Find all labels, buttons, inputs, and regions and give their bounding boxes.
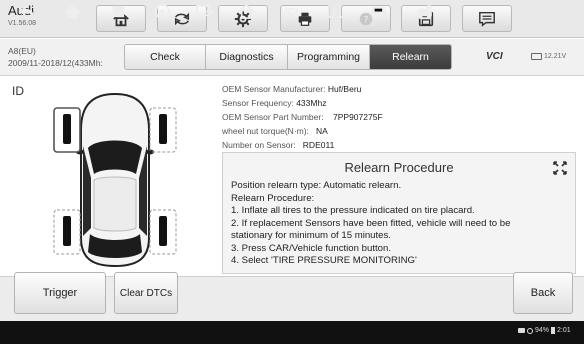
procedure-line: 3. Press CAR/Vehicle function button.	[231, 242, 391, 254]
tab-programming[interactable]: Programming	[288, 44, 370, 70]
relearn-procedure-text: Position relearn type: Automatic relearn…	[231, 180, 565, 268]
message-icon	[479, 11, 495, 27]
message-button[interactable]	[462, 5, 512, 32]
vehicle-info: A8(EU) 2009/11-2018/12(433Mh:	[8, 45, 103, 69]
wheel-nut-torque-label: wheel nut torque(N·m):	[222, 126, 309, 136]
nav-screen-cast-button[interactable]	[190, 3, 218, 20]
system-navigation-bar	[0, 321, 584, 344]
function-tabs: Check Diagnostics Programming Relearn	[124, 44, 452, 70]
clock: 2:01	[557, 327, 571, 334]
procedure-line: 4. Select 'TIRE PRESSURE MONITORING'	[231, 255, 417, 266]
recents-icon	[112, 5, 124, 18]
sensor-manufacturer-value: Huf/Beru	[327, 84, 362, 94]
sensor-manufacturer: OEM Sensor Manufacturer: Huf/Beru	[222, 82, 383, 96]
sensor-info: OEM Sensor Manufacturer: Huf/Beru Sensor…	[222, 82, 383, 152]
procedure-line: Position relearn type: Automatic relearn…	[231, 180, 402, 191]
nav-vci-button[interactable]: VCI	[272, 3, 306, 20]
procedure-line: 1. Inflate all tires to the pressure ind…	[231, 205, 475, 216]
nav-back-button[interactable]	[12, 3, 40, 20]
procedure-line: 2. If replacement Sensors have been fitt…	[231, 217, 511, 229]
tab-diagnostics[interactable]: Diagnostics	[206, 44, 288, 70]
expand-icon[interactable]	[553, 161, 567, 175]
sensor-frequency-value: 433Mhz	[296, 98, 327, 108]
sensor-number: Number on Sensor: RDE011	[222, 138, 383, 152]
car-icon	[370, 6, 386, 19]
clear-dtcs-button[interactable]: Clear DTCs	[114, 272, 178, 314]
wheel-nut-torque: wheel nut torque(N·m): NA	[222, 124, 383, 138]
battery-icon	[531, 53, 542, 60]
id-label: ID	[12, 84, 24, 98]
tire-front-left-icon	[63, 114, 71, 144]
tpms-car-icon	[416, 4, 432, 19]
notification-icon	[518, 328, 525, 333]
nav-maxisys-home-button[interactable]	[232, 3, 260, 20]
nav-tpms-button[interactable]	[410, 3, 438, 20]
sensor-manufacturer-label: OEM Sensor Manufacturer:	[222, 84, 326, 94]
sensor-frequency-label: Sensor Frequency:	[222, 98, 294, 108]
vehicle-model: A8(EU)	[8, 46, 36, 56]
tire-rear-left-icon	[63, 216, 71, 246]
nav-vehicle-button[interactable]	[364, 3, 392, 20]
sensor-part-number: OEM Sensor Part Number: 7PP907275F	[222, 110, 383, 124]
relearn-procedure-title: Relearn Procedure	[344, 160, 454, 175]
nav-recents-button[interactable]	[104, 3, 132, 20]
browser-icon	[154, 4, 170, 19]
sensor-frequency: Sensor Frequency: 433Mhz	[222, 96, 383, 110]
relearn-procedure-panel[interactable]: Relearn Procedure Position relearn type:…	[222, 152, 576, 274]
status-bar: 94% 2:01	[518, 327, 571, 334]
sensor-number-label: Number on Sensor:	[222, 140, 296, 150]
tab-relearn[interactable]: Relearn	[370, 44, 452, 70]
car-diagram	[53, 92, 177, 268]
tire-front-right-icon	[159, 114, 167, 144]
tab-check[interactable]: Check	[124, 44, 206, 70]
battery-level: 94%	[535, 327, 550, 334]
sensor-part-label: OEM Sensor Part Number:	[222, 112, 324, 122]
screen-cast-icon	[195, 5, 213, 17]
android-home-icon	[63, 4, 81, 19]
vehicle-years: 2009/11-2018/12(433Mh:	[8, 58, 103, 68]
battery-status-icon	[551, 327, 556, 334]
tire-rear-right-icon	[159, 216, 167, 246]
remote-desk-icon	[327, 5, 343, 18]
nav-remote-desk-button[interactable]	[320, 3, 348, 20]
voltage-value: 12.21V	[544, 53, 567, 60]
trigger-button[interactable]: Trigger	[14, 272, 106, 314]
sensor-part-value: 7PP907275F	[333, 112, 383, 122]
back-arrow-icon	[18, 5, 34, 18]
procedure-line: Relearn Procedure:	[231, 192, 315, 204]
nav-home-button[interactable]	[58, 3, 86, 20]
sensor-number-value: RDE011	[302, 140, 335, 150]
vci-icon: VCI	[279, 5, 299, 18]
wheel-nut-torque-value: NA	[316, 126, 328, 136]
battery-voltage: 12.21V	[531, 53, 566, 60]
vci-status: VCI	[486, 51, 503, 62]
app-version: V1.56.08	[8, 20, 37, 27]
back-button[interactable]: Back	[513, 272, 573, 314]
procedure-line: stationary for minimum of 15 minutes.	[231, 230, 391, 241]
wifi-icon	[527, 327, 533, 334]
car-body-icon	[76, 92, 154, 268]
maxisys-home-icon	[237, 4, 255, 19]
nav-browser-button[interactable]	[148, 3, 176, 20]
